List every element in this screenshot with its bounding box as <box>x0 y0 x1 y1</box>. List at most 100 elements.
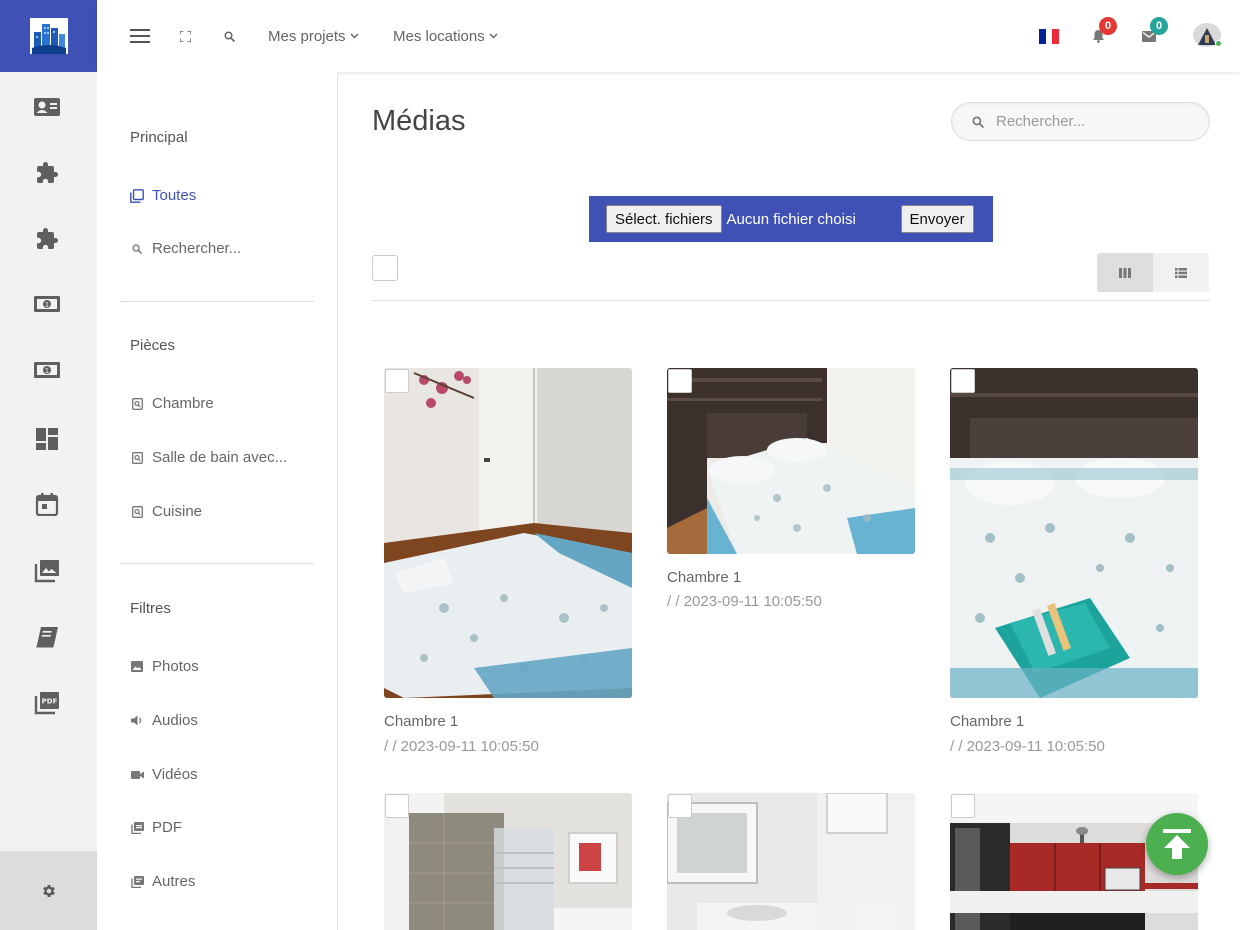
book-icon[interactable] <box>31 621 63 653</box>
flag-fr-icon <box>1039 28 1059 44</box>
top-bar: Mes projets Mes locations 0 0 <box>97 0 1240 72</box>
main-content: Médias Sélect. fichiers Aucun fichier ch… <box>339 72 1240 930</box>
media-thumbnail[interactable] <box>667 368 915 554</box>
sidebar-item-label: PDF <box>152 819 182 836</box>
notifications-badge: 0 <box>1099 17 1117 35</box>
section-heading-filtres: Filtres <box>130 600 171 617</box>
sidebar-item-cuisine[interactable]: Cuisine <box>130 503 202 520</box>
media-checkbox[interactable] <box>668 794 692 818</box>
sidebar-item-toutes[interactable]: Toutes <box>130 187 196 204</box>
sidebar-item-photos[interactable]: Photos <box>130 658 199 675</box>
app-logo[interactable] <box>0 0 97 72</box>
sidebar-item-label: Rechercher... <box>152 240 242 257</box>
media-checkbox[interactable] <box>385 794 409 818</box>
sidebar-item-audios[interactable]: Audios <box>130 712 198 729</box>
sidebar-item-label: Autres <box>152 873 196 890</box>
scroll-to-top-button[interactable] <box>1146 813 1208 875</box>
bathroom-photo <box>667 793 915 930</box>
language-selector[interactable] <box>1039 0 1059 72</box>
media-thumbnail[interactable] <box>384 793 632 930</box>
media-sidebar: Principal Toutes Rechercher... Pièces Ch… <box>97 72 338 930</box>
pdf-icon[interactable]: PDF <box>31 687 63 719</box>
icon-rail: 1 1 PDF <box>0 0 97 930</box>
list-icon <box>1175 267 1187 278</box>
media-title: Chambre 1 <box>384 713 459 730</box>
search-box[interactable] <box>951 102 1210 141</box>
toolbar-divider <box>372 300 1210 301</box>
media-title: Chambre 1 <box>667 569 742 586</box>
puzzle-icon[interactable] <box>31 223 63 255</box>
room-icon <box>130 505 144 519</box>
divider <box>121 301 314 302</box>
media-meta: / / 2023-09-11 10:05:50 <box>950 738 1105 755</box>
sidebar-item-autres[interactable]: Autres <box>130 873 195 890</box>
media-thumbnail[interactable] <box>950 368 1198 698</box>
media-checkbox[interactable] <box>668 369 692 393</box>
online-status-dot <box>1215 40 1222 47</box>
select-all-checkbox[interactable] <box>372 255 398 281</box>
gear-icon <box>42 884 55 897</box>
media-thumbnail[interactable] <box>384 368 632 698</box>
media-checkbox[interactable] <box>385 369 409 393</box>
search-icon <box>130 242 144 256</box>
media-checkbox[interactable] <box>951 369 975 393</box>
menu-label: Mes projets <box>268 27 346 45</box>
grid-view-button[interactable] <box>1097 253 1153 292</box>
messages-badge: 0 <box>1150 17 1168 35</box>
sidebar-item-chambre[interactable]: Chambre <box>130 395 214 412</box>
svg-text:PDF: PDF <box>42 698 58 706</box>
media-meta: / / 2023-09-11 10:05:50 <box>667 593 822 610</box>
fullscreen-icon[interactable] <box>180 0 191 72</box>
sidebar-item-label: Audios <box>152 712 198 729</box>
money-icon[interactable]: 1 <box>31 354 63 386</box>
view-mode-toggle <box>1097 253 1210 292</box>
sidebar-item-label: Toutes <box>152 187 197 204</box>
menu-mes-projets[interactable]: Mes projets <box>268 0 359 72</box>
contact-card-icon[interactable] <box>31 91 63 123</box>
divider <box>121 563 314 564</box>
sidebar-item-label: Cuisine <box>152 503 203 520</box>
sidebar-item-salle-de-bain[interactable]: Salle de bain avec... <box>130 449 287 466</box>
list-view-button[interactable] <box>1153 253 1209 292</box>
svg-text:1: 1 <box>45 301 49 309</box>
puzzle-icon[interactable] <box>31 157 63 189</box>
chevron-down-icon <box>350 33 359 39</box>
select-files-button[interactable]: Sélect. fichiers <box>606 205 722 233</box>
other-icon <box>130 875 144 889</box>
sidebar-item-videos[interactable]: Vidéos <box>130 766 198 783</box>
money-icon[interactable]: 1 <box>31 288 63 320</box>
bathroom-photo <box>384 793 632 930</box>
settings-button[interactable] <box>0 851 97 930</box>
hamburger-icon[interactable] <box>130 0 150 72</box>
sidebar-item-pdf[interactable]: PDF <box>130 819 182 836</box>
media-thumbnail[interactable] <box>667 793 915 930</box>
dashboard-icon[interactable] <box>31 423 63 455</box>
buildings-logo-icon <box>29 18 68 54</box>
bedroom-photo <box>950 368 1198 698</box>
sidebar-item-label: Photos <box>152 658 199 675</box>
room-icon <box>130 397 144 411</box>
chevron-down-icon <box>489 33 498 39</box>
room-icon <box>130 451 144 465</box>
messages-button[interactable]: 0 <box>1142 0 1168 72</box>
search-input[interactable] <box>996 113 1186 130</box>
section-heading-pieces: Pièces <box>130 337 176 354</box>
bedroom-photo <box>384 368 632 698</box>
grid-icon <box>1119 267 1131 278</box>
image-icon <box>130 660 144 674</box>
notifications-button[interactable]: 0 <box>1092 0 1117 72</box>
calendar-icon[interactable] <box>31 488 63 520</box>
section-heading-principal: Principal <box>130 129 188 146</box>
search-icon[interactable] <box>224 0 235 72</box>
photo-library-icon[interactable] <box>31 555 63 587</box>
audio-icon <box>130 714 144 728</box>
sidebar-item-rechercher[interactable]: Rechercher... <box>130 240 241 257</box>
bedroom-photo <box>667 368 915 554</box>
menu-mes-locations[interactable]: Mes locations <box>393 0 498 72</box>
menu-label: Mes locations <box>393 27 485 45</box>
copy-icon <box>130 188 144 203</box>
media-checkbox[interactable] <box>951 794 975 818</box>
media-meta: / / 2023-09-11 10:05:50 <box>384 738 539 755</box>
user-avatar[interactable] <box>1193 0 1225 72</box>
send-button[interactable]: Envoyer <box>900 205 974 233</box>
